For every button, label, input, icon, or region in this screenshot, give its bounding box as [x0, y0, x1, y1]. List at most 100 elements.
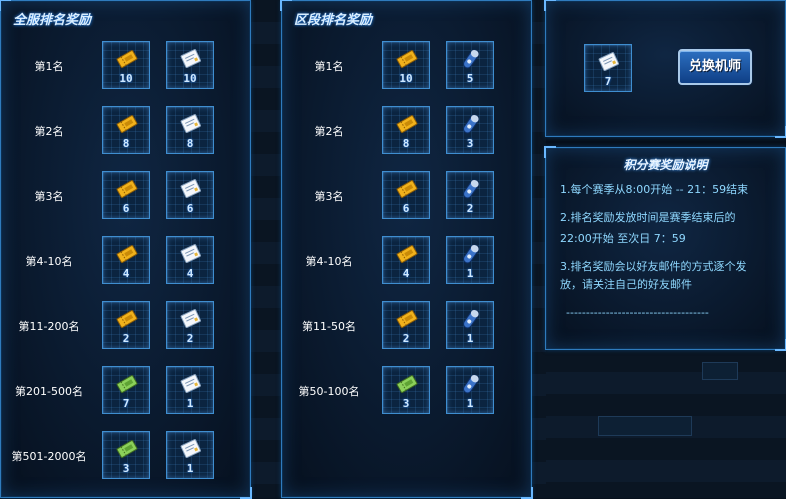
server-reward-slot[interactable]: 4 — [166, 236, 214, 284]
gold-ticket-icon — [116, 115, 138, 133]
server-reward-count: 2 — [186, 332, 194, 345]
server-reward-slot[interactable]: 1 — [166, 431, 214, 479]
background-game-window — [250, 0, 282, 498]
district-reward-slot[interactable]: 5 — [446, 41, 494, 89]
letter-card-icon — [180, 114, 201, 133]
district-rank-label: 第4-10名 — [305, 255, 353, 268]
server-rank-row: 第11-200名 2 2 — [1, 301, 250, 353]
district-reward-count: 3 — [402, 397, 410, 410]
district-reward-slot[interactable]: 6 — [382, 171, 430, 219]
server-reward-count: 2 — [122, 332, 130, 345]
server-reward-count: 1 — [186, 397, 194, 410]
server-rank-label: 第11-200名 — [18, 320, 80, 333]
district-reward-count: 1 — [466, 397, 474, 410]
server-reward-slot[interactable]: 4 — [102, 236, 150, 284]
server-reward-slot[interactable]: 7 — [102, 366, 150, 414]
server-rank-label: 第501-2000名 — [11, 450, 87, 463]
green-ticket-icon — [116, 440, 138, 458]
letter-card-icon — [598, 52, 619, 71]
district-reward-slot[interactable]: 2 — [446, 171, 494, 219]
exchange-item-count: 7 — [604, 75, 612, 88]
gold-ticket-icon — [116, 180, 138, 198]
server-rank-label: 第1名 — [34, 60, 64, 73]
server-rank-row: 第3名 6 6 — [1, 171, 250, 223]
district-rank-row: 第3名 6 2 — [282, 171, 531, 223]
district-rank-row: 第4-10名 4 1 — [282, 236, 531, 288]
rules-line-1: 1.每个赛季从8:00开始 -- 21：59结束 — [560, 183, 749, 196]
rules-line-5: 放，请关注自己的好友邮件 — [560, 278, 692, 291]
server-reward-slot[interactable]: 6 — [166, 171, 214, 219]
district-reward-slot[interactable]: 3 — [382, 366, 430, 414]
district-reward-slot[interactable]: 1 — [446, 366, 494, 414]
server-reward-count: 4 — [186, 267, 194, 280]
gold-ticket-icon — [116, 245, 138, 263]
capsule-icon — [463, 309, 479, 329]
district-rank-row: 第50-100名 3 1 — [282, 366, 531, 418]
district-reward-count: 4 — [402, 267, 410, 280]
server-rank-label: 第3名 — [34, 190, 64, 203]
background-game-window-right — [532, 0, 546, 498]
server-ranking-title: 全服排名奖励 — [13, 13, 92, 28]
district-reward-slot[interactable]: 10 — [382, 41, 430, 89]
district-reward-count: 1 — [466, 332, 474, 345]
green-ticket-icon — [396, 375, 418, 393]
server-ranking-panel: 全服排名奖励 第1名 10 10 第2名 8 8 第3名 6 6 第4-10名 4 4 第11-200名… — [0, 0, 252, 499]
gold-ticket-icon — [396, 115, 418, 133]
server-reward-slot[interactable]: 8 — [166, 106, 214, 154]
server-reward-count: 8 — [186, 137, 194, 150]
server-reward-slot[interactable]: 2 — [166, 301, 214, 349]
district-ranking-title: 区段排名奖励 — [294, 13, 373, 28]
server-rank-row: 第2名 8 8 — [1, 106, 250, 158]
server-rank-row: 第201-500名 7 1 — [1, 366, 250, 418]
district-reward-count: 2 — [466, 202, 474, 215]
letter-card-icon — [180, 179, 201, 198]
server-reward-slot[interactable]: 8 — [102, 106, 150, 154]
district-reward-slot[interactable]: 3 — [446, 106, 494, 154]
capsule-icon — [463, 179, 479, 199]
server-rank-label: 第2名 — [34, 125, 64, 138]
district-reward-slot[interactable]: 8 — [382, 106, 430, 154]
server-reward-slot[interactable]: 3 — [102, 431, 150, 479]
district-rank-label: 第11-50名 — [302, 320, 356, 333]
gold-ticket-icon — [396, 310, 418, 328]
green-ticket-icon — [116, 375, 138, 393]
district-rank-label: 第2名 — [314, 125, 344, 138]
district-reward-slot[interactable]: 4 — [382, 236, 430, 284]
district-reward-slot[interactable]: 1 — [446, 301, 494, 349]
capsule-icon — [463, 114, 479, 134]
district-rank-label: 第3名 — [314, 190, 344, 203]
server-reward-count: 8 — [122, 137, 130, 150]
rules-divider: ------------------------------------ — [566, 306, 709, 319]
gold-ticket-icon — [396, 180, 418, 198]
letter-card-icon — [180, 49, 201, 68]
district-rank-label: 第1名 — [314, 60, 344, 73]
server-reward-slot[interactable]: 10 — [166, 41, 214, 89]
server-reward-count: 3 — [122, 462, 130, 475]
district-rank-label: 第50-100名 — [298, 385, 360, 398]
gold-ticket-icon — [396, 245, 418, 263]
server-reward-count: 7 — [122, 397, 130, 410]
exchange-pilot-button[interactable]: 兑换机师 — [678, 49, 752, 85]
district-reward-count: 5 — [466, 72, 474, 85]
rules-panel: 积分赛奖励说明 1.每个赛季从8:00开始 -- 21：59结束 2.排名奖励发… — [544, 146, 786, 351]
gold-ticket-icon — [396, 50, 418, 68]
gold-ticket-icon — [116, 310, 138, 328]
district-reward-slot[interactable]: 2 — [382, 301, 430, 349]
district-reward-slot[interactable]: 1 — [446, 236, 494, 284]
server-reward-count: 4 — [122, 267, 130, 280]
background-history-button — [598, 416, 692, 436]
district-rank-row: 第11-50名 2 1 — [282, 301, 531, 353]
server-rank-label: 第201-500名 — [15, 385, 83, 398]
letter-card-icon — [180, 244, 201, 263]
server-reward-slot[interactable]: 10 — [102, 41, 150, 89]
server-reward-slot[interactable]: 2 — [102, 301, 150, 349]
capsule-icon — [463, 244, 479, 264]
server-reward-slot[interactable]: 6 — [102, 171, 150, 219]
district-rank-row: 第1名 10 5 — [282, 41, 531, 93]
server-reward-count: 10 — [119, 72, 133, 85]
rules-title: 积分赛奖励说明 — [623, 158, 708, 172]
exchange-item-slot[interactable]: 7 — [584, 44, 632, 92]
district-reward-count: 10 — [399, 72, 413, 85]
server-reward-slot[interactable]: 1 — [166, 366, 214, 414]
gold-ticket-icon — [116, 50, 138, 68]
